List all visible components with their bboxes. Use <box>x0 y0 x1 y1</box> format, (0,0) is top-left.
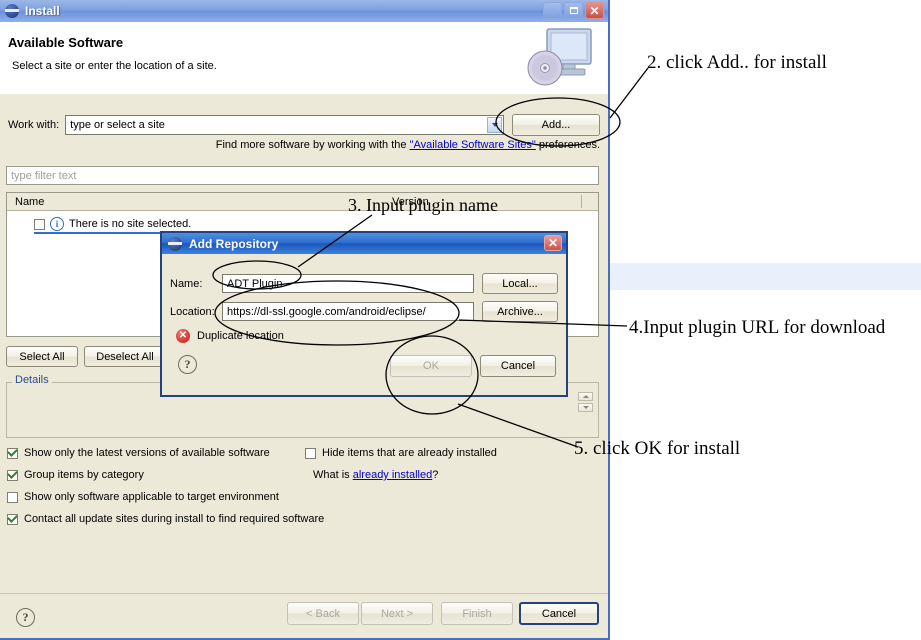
window-controls: _ ✕ <box>543 2 604 19</box>
column-divider <box>581 195 582 208</box>
deselect-all-button[interactable]: Deselect All <box>84 346 166 367</box>
add-repository-title: Add Repository <box>189 236 279 251</box>
page-subtitle: Select a site or enter the location of a… <box>12 60 217 72</box>
cancel-button[interactable]: Cancel <box>480 355 556 377</box>
row-checkbox[interactable] <box>34 218 45 230</box>
install-header: Available Software Select a site or ente… <box>0 22 608 95</box>
option-contact-update-sites[interactable]: Contact all update sites during install … <box>7 513 324 525</box>
already-installed-suffix: ? <box>432 469 439 481</box>
option-latest-versions[interactable]: Show only the latest versions of availab… <box>7 447 270 459</box>
column-header-name[interactable]: Name <box>7 196 44 208</box>
option-latest-versions-label: Show only the latest versions of availab… <box>24 447 270 459</box>
add-repository-dialog: Add Repository ✕ Name: ADT Plugin Local.… <box>160 231 568 397</box>
details-legend: Details <box>12 374 52 386</box>
repository-name-label: Name: <box>170 277 203 290</box>
close-icon[interactable]: ✕ <box>544 235 562 251</box>
available-sites-hint: Find more software by working with the "… <box>216 139 600 151</box>
cancel-button[interactable]: Cancel <box>519 602 599 625</box>
monitor-cd-icon <box>527 28 592 86</box>
work-with-combo[interactable]: type or select a site <box>65 115 504 135</box>
repository-location-input[interactable]: https://dl-ssl.google.com/android/eclips… <box>222 302 474 321</box>
available-software-sites-link[interactable]: "Available Software Sites" <box>410 139 536 151</box>
error-message: ✕ Duplicate location <box>176 329 284 343</box>
finish-button[interactable]: Finish <box>441 602 513 625</box>
add-button[interactable]: Add... <box>512 114 600 136</box>
option-target-environment-checkbox[interactable] <box>7 491 18 503</box>
annotation-leader-2 <box>609 67 649 119</box>
next-button[interactable]: Next > <box>361 602 433 625</box>
option-contact-update-sites-checkbox[interactable] <box>7 513 18 525</box>
repository-location-label: Location: <box>170 305 215 318</box>
option-target-environment[interactable]: Show only software applicable to target … <box>7 491 279 503</box>
close-icon[interactable]: ✕ <box>585 2 604 19</box>
eclipse-icon <box>5 4 19 18</box>
tree-header: Name Version <box>7 193 598 211</box>
window-title: Install <box>25 4 60 18</box>
already-installed-prefix: What is <box>313 469 353 481</box>
help-icon[interactable]: ? <box>178 355 197 374</box>
hint-prefix: Find more software by working with the <box>215 139 410 151</box>
install-titlebar: Install _ ✕ <box>0 0 608 22</box>
annotation-2: 2. click Add.. for install <box>647 52 827 73</box>
option-group-by-category-label: Group items by category <box>24 469 144 481</box>
work-with-label: Work with: <box>8 119 60 131</box>
annotation-4: 4.Input plugin URL for download <box>629 317 886 338</box>
option-hide-installed[interactable]: Hide items that are already installed <box>305 447 497 459</box>
annotation-3: 3. Input plugin name <box>348 195 498 215</box>
install-footer: ? < Back Next > Finish Cancel <box>0 593 608 638</box>
details-scroll-down-icon[interactable] <box>578 403 593 412</box>
chevron-down-icon[interactable] <box>487 117 502 133</box>
local-button[interactable]: Local... <box>482 273 558 294</box>
page-title: Available Software <box>8 35 124 50</box>
option-contact-update-sites-label: Contact all update sites during install … <box>24 513 325 525</box>
error-text: Duplicate location <box>197 330 284 342</box>
repository-name-input[interactable]: ADT Plugin <box>222 274 474 293</box>
minimize-button[interactable]: _ <box>543 2 562 19</box>
filter-placeholder: type filter text <box>11 169 77 182</box>
eclipse-icon <box>168 236 182 251</box>
archive-button[interactable]: Archive... <box>482 301 558 322</box>
hint-suffix: preferences. <box>535 139 600 151</box>
already-installed-link[interactable]: already installed <box>353 469 433 481</box>
table-row[interactable]: i There is no site selected. <box>7 211 598 234</box>
add-repository-titlebar: Add Repository ✕ <box>162 233 566 254</box>
work-with-value: type or select a site <box>70 119 165 131</box>
back-button[interactable]: < Back <box>287 602 359 625</box>
background-band <box>608 263 921 290</box>
error-icon: ✕ <box>176 329 190 343</box>
repository-location-row: Location: https://dl-ssl.google.com/andr… <box>170 301 558 322</box>
help-icon[interactable]: ? <box>16 608 35 627</box>
option-hide-installed-label: Hide items that are already installed <box>322 447 497 459</box>
info-icon: i <box>50 217 64 231</box>
option-group-by-category-checkbox[interactable] <box>7 469 18 481</box>
ok-button[interactable]: OK <box>390 355 472 377</box>
filter-input[interactable]: type filter text <box>6 166 599 185</box>
option-group-by-category[interactable]: Group items by category <box>7 469 144 481</box>
select-all-button[interactable]: Select All <box>6 346 78 367</box>
row-label: There is no site selected. <box>69 218 192 230</box>
annotation-5: 5. click OK for install <box>574 438 741 459</box>
details-scroll-up-icon[interactable] <box>578 392 593 401</box>
option-hide-installed-checkbox[interactable] <box>305 447 316 459</box>
option-target-environment-label: Show only software applicable to target … <box>24 491 279 503</box>
repository-name-row: Name: ADT Plugin Local... <box>170 273 558 294</box>
option-latest-versions-checkbox[interactable] <box>7 447 18 459</box>
maximize-button[interactable] <box>564 2 583 19</box>
already-installed-hint: What is already installed? <box>313 469 438 481</box>
